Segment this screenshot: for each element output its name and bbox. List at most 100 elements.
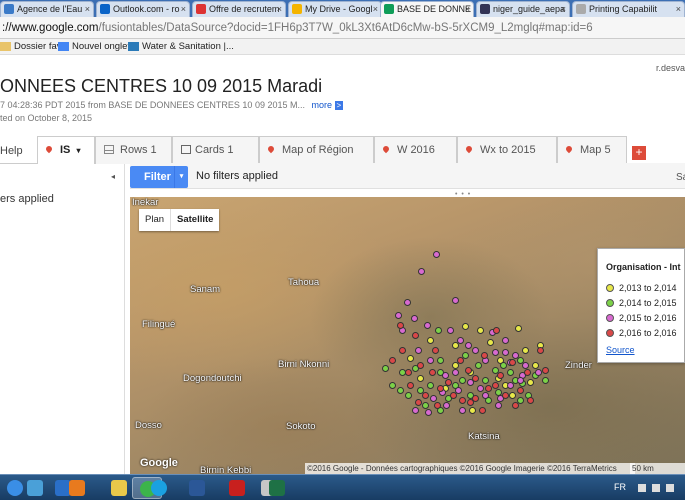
- map-marker[interactable]: [472, 395, 479, 402]
- map-marker[interactable]: [425, 409, 432, 416]
- map-marker[interactable]: [427, 382, 434, 389]
- close-icon[interactable]: ×: [561, 2, 566, 16]
- tab-map-5[interactable]: Map 5: [557, 136, 627, 164]
- map-marker[interactable]: [502, 392, 509, 399]
- bookmark-item[interactable]: Water & Sanitation |...: [128, 40, 234, 54]
- flag-icon[interactable]: [638, 484, 646, 492]
- browser-tab[interactable]: niger_guide_aepa ×: [476, 1, 570, 17]
- map-marker[interactable]: [399, 347, 406, 354]
- tab-rows[interactable]: Rows 1: [95, 136, 172, 164]
- map-marker[interactable]: [509, 392, 516, 399]
- map-marker[interactable]: [415, 399, 422, 406]
- help-menu[interactable]: Help: [0, 145, 23, 157]
- map-marker[interactable]: [442, 372, 449, 379]
- bookmark-item[interactable]: Nouvel onglet: [58, 40, 130, 54]
- map-marker[interactable]: [517, 387, 524, 394]
- map-marker[interactable]: [465, 342, 472, 349]
- close-icon[interactable]: ×: [676, 2, 681, 16]
- tab-map-region[interactable]: Map of Région: [259, 136, 374, 164]
- map-marker[interactable]: [485, 385, 492, 392]
- map-marker[interactable]: [481, 352, 488, 359]
- map-marker[interactable]: [457, 357, 464, 364]
- taskbar-acrobat-button[interactable]: [222, 477, 252, 499]
- tab-dropdown-icon[interactable]: ▾: [76, 146, 80, 155]
- map-marker[interactable]: [482, 392, 489, 399]
- map-marker[interactable]: [437, 357, 444, 364]
- map-marker[interactable]: [507, 369, 514, 376]
- map-marker[interactable]: [502, 337, 509, 344]
- map-marker[interactable]: [462, 323, 469, 330]
- map-marker[interactable]: [493, 327, 500, 334]
- map-marker[interactable]: [492, 349, 499, 356]
- map-marker[interactable]: [405, 392, 412, 399]
- map-marker[interactable]: [424, 322, 431, 329]
- map-marker[interactable]: [397, 322, 404, 329]
- legend-source-link[interactable]: Source: [606, 345, 635, 355]
- map-marker[interactable]: [465, 367, 472, 374]
- browser-tab[interactable]: Printing Capabilit ×: [572, 1, 685, 17]
- taskbar-word-button[interactable]: [182, 477, 212, 499]
- map-marker[interactable]: [427, 357, 434, 364]
- tab-active[interactable]: IS ▾: [37, 136, 95, 165]
- map-marker[interactable]: [459, 407, 466, 414]
- map-marker[interactable]: [482, 377, 489, 384]
- map-marker[interactable]: [507, 382, 514, 389]
- taskbar-skype-button[interactable]: [144, 477, 174, 499]
- taskbar-media-button[interactable]: [62, 477, 92, 499]
- map-marker[interactable]: [487, 339, 494, 346]
- map-marker[interactable]: [395, 312, 402, 319]
- map-marker[interactable]: [524, 369, 531, 376]
- map-marker[interactable]: [434, 402, 441, 409]
- save-link-truncated[interactable]: Sa: [676, 172, 685, 183]
- close-icon[interactable]: ×: [373, 2, 378, 16]
- bookmark-item[interactable]: Dossier fav: [0, 40, 62, 54]
- map-marker[interactable]: [472, 375, 479, 382]
- more-link[interactable]: more: [312, 100, 333, 110]
- map-marker[interactable]: [411, 315, 418, 322]
- map-marker[interactable]: [542, 367, 549, 374]
- map-marker[interactable]: [422, 402, 429, 409]
- tab-cards[interactable]: Cards 1: [172, 136, 259, 164]
- map-marker[interactable]: [433, 251, 440, 258]
- taskbar-explorer-button[interactable]: [20, 477, 50, 499]
- map-marker[interactable]: [452, 297, 459, 304]
- map-type-satellite[interactable]: Satellite: [170, 209, 219, 231]
- taskbar-folder-button[interactable]: [104, 477, 134, 499]
- map-marker[interactable]: [415, 347, 422, 354]
- map-marker[interactable]: [429, 369, 436, 376]
- map-marker[interactable]: [537, 347, 544, 354]
- map-marker[interactable]: [450, 392, 457, 399]
- map-marker[interactable]: [418, 268, 425, 275]
- map-marker[interactable]: [527, 379, 534, 386]
- map-marker[interactable]: [443, 402, 450, 409]
- map-marker[interactable]: [430, 395, 437, 402]
- map-marker[interactable]: [447, 327, 454, 334]
- close-icon[interactable]: ×: [181, 2, 186, 16]
- close-icon[interactable]: ×: [85, 2, 90, 16]
- map-marker[interactable]: [382, 365, 389, 372]
- map-marker[interactable]: [459, 377, 466, 384]
- map-marker[interactable]: [417, 375, 424, 382]
- user-account[interactable]: r.desva: [656, 63, 685, 73]
- add-tab-button[interactable]: +: [632, 146, 646, 160]
- taskbar-excel-button[interactable]: [262, 477, 292, 499]
- map-marker[interactable]: [407, 355, 414, 362]
- map-marker[interactable]: [477, 385, 484, 392]
- map-type-plan[interactable]: Plan: [139, 209, 170, 231]
- map-marker[interactable]: [435, 327, 442, 334]
- map-marker[interactable]: [397, 387, 404, 394]
- browser-tab[interactable]: My Drive - Googl ×: [288, 1, 382, 17]
- map-marker[interactable]: [412, 332, 419, 339]
- filter-button[interactable]: Filter ▾: [130, 166, 188, 188]
- map-marker[interactable]: [422, 392, 429, 399]
- map-marker[interactable]: [522, 347, 529, 354]
- tab-w-2016[interactable]: W 2016: [374, 136, 457, 164]
- map-marker[interactable]: [517, 377, 524, 384]
- map-marker[interactable]: [477, 327, 484, 334]
- map-marker[interactable]: [542, 377, 549, 384]
- map-marker[interactable]: [502, 349, 509, 356]
- map-marker[interactable]: [479, 407, 486, 414]
- map-marker[interactable]: [497, 372, 504, 379]
- map-marker[interactable]: [452, 369, 459, 376]
- network-icon[interactable]: [652, 484, 660, 492]
